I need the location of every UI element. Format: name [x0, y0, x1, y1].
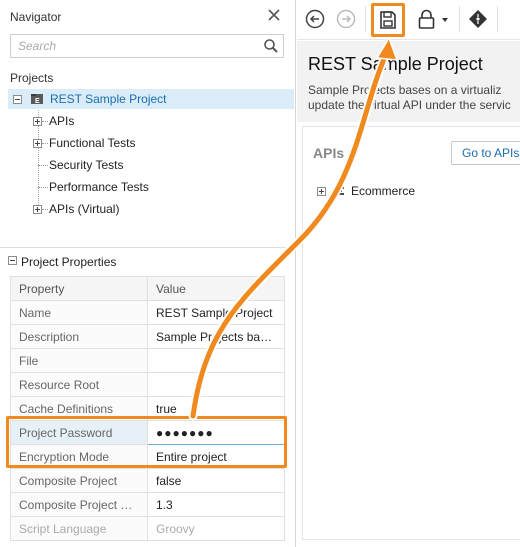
property-name: Project Password: [10, 420, 148, 445]
apis-card: APIs Go to APIs Ecommerce: [302, 126, 520, 540]
main-panel: REST Sample Project Sample Projects base…: [297, 0, 520, 547]
property-value[interactable]: Sample Projects bases...: [147, 324, 285, 349]
tree-item-security-tests[interactable]: Security Tests: [33, 155, 233, 175]
tree-connector: [42, 121, 48, 122]
property-value[interactable]: [147, 372, 285, 397]
toolbar-separator: [459, 6, 460, 32]
tree-item-label: Security Tests: [49, 158, 124, 172]
tree-connector: [38, 165, 48, 166]
properties-table: Property Value Name REST Sample Project …: [10, 276, 285, 541]
table-row[interactable]: Resource Root: [10, 372, 285, 397]
navigator-panel: Navigator Projects E REST Sample Project…: [0, 0, 296, 547]
tree-item-label: Performance Tests: [49, 180, 149, 194]
projects-label: Projects: [10, 71, 54, 85]
property-value[interactable]: REST Sample Project: [147, 300, 285, 325]
property-value[interactable]: Groovy: [147, 516, 285, 541]
lock-icon[interactable]: [413, 7, 453, 33]
tree-item-label: APIs: [49, 114, 75, 128]
property-value[interactable]: [147, 348, 285, 373]
tree-item-label: APIs (Virtual): [49, 202, 120, 216]
table-row[interactable]: Composite Project false: [10, 468, 285, 493]
api-item-label: Ecommerce: [351, 184, 416, 198]
tree-item-label: Functional Tests: [49, 136, 136, 150]
property-name: Cache Definitions: [10, 396, 148, 421]
navigator-header: Navigator: [0, 0, 296, 33]
apis-section-title: APIs: [313, 145, 345, 161]
encryption-mode-value[interactable]: Entire project: [147, 444, 285, 469]
collapse-icon[interactable]: [8, 256, 17, 265]
column-header-value[interactable]: Value: [147, 276, 285, 301]
property-value[interactable]: true: [147, 396, 285, 421]
panel-divider[interactable]: [0, 247, 296, 248]
toolbar-separator: [497, 6, 498, 32]
property-name: Script Language: [10, 516, 148, 541]
project-icon: E: [31, 94, 43, 105]
property-name: Composite Project: [10, 468, 148, 493]
search-icon[interactable]: [263, 38, 279, 54]
table-row[interactable]: Composite Project For... 1.3: [10, 492, 285, 517]
tree-item-rest-sample-project[interactable]: E REST Sample Project: [8, 89, 294, 109]
table-row[interactable]: Script Language Groovy: [10, 516, 285, 541]
property-name: Name: [10, 300, 148, 325]
expand-icon[interactable]: [33, 117, 42, 126]
property-value[interactable]: 1.3: [147, 492, 285, 517]
expand-icon[interactable]: [317, 187, 326, 196]
search-box: [10, 34, 284, 58]
property-name: Encryption Mode: [10, 444, 148, 469]
property-name: Composite Project For...: [10, 492, 148, 517]
tree-item-label: REST Sample Project: [50, 92, 167, 106]
expand-icon[interactable]: [33, 205, 42, 214]
search-input[interactable]: [12, 36, 252, 56]
project-description-line: Sample Projects bases on a virtualiz: [308, 83, 502, 97]
table-row-encryption-mode[interactable]: Encryption Mode Entire project: [10, 444, 285, 469]
expand-icon[interactable]: [33, 139, 42, 148]
go-to-apis-button[interactable]: Go to APIs: [451, 141, 520, 165]
property-name: File: [10, 348, 148, 373]
table-row[interactable]: File: [10, 348, 285, 373]
navigator-title: Navigator: [10, 10, 62, 24]
tree-item-performance-tests[interactable]: Performance Tests: [33, 177, 233, 197]
svg-text:E: E: [35, 98, 40, 105]
tree-connector: [42, 209, 48, 210]
page-title: REST Sample Project: [308, 54, 483, 74]
tree-item-apis-virtual[interactable]: APIs (Virtual): [33, 199, 233, 219]
back-arrow-icon[interactable]: [304, 8, 326, 30]
column-header-property[interactable]: Property: [10, 276, 148, 301]
property-name: Description: [10, 324, 148, 349]
dropdown-caret-icon: [442, 18, 448, 22]
toolbar: [297, 0, 520, 40]
close-icon[interactable]: [266, 7, 282, 23]
table-header-row: Property Value: [10, 276, 285, 301]
tree-item-apis[interactable]: APIs: [33, 111, 233, 131]
tree-connector: [38, 187, 48, 188]
table-row[interactable]: Description Sample Projects bases...: [10, 324, 285, 349]
property-name: Resource Root: [10, 372, 148, 397]
collapse-icon[interactable]: [13, 95, 22, 104]
save-icon[interactable]: [375, 7, 401, 33]
tree-connector: [42, 143, 48, 144]
table-row[interactable]: Cache Definitions true: [10, 396, 285, 421]
project-description-line: update the virtual API under the servic: [308, 98, 511, 112]
project-header: REST Sample Project Sample Projects base…: [297, 41, 520, 122]
diamond-icon[interactable]: [467, 8, 489, 30]
tree-item-functional-tests[interactable]: Functional Tests: [33, 133, 233, 153]
table-row[interactable]: Name REST Sample Project: [10, 300, 285, 325]
table-row-project-password[interactable]: Project Password ●●●●●●●: [10, 420, 285, 445]
api-icon: [334, 187, 344, 195]
project-password-field[interactable]: ●●●●●●●: [147, 420, 285, 445]
project-properties-title: Project Properties: [21, 255, 117, 269]
forward-arrow-icon[interactable]: [335, 8, 357, 30]
toolbar-separator: [365, 6, 366, 32]
property-value[interactable]: false: [147, 468, 285, 493]
